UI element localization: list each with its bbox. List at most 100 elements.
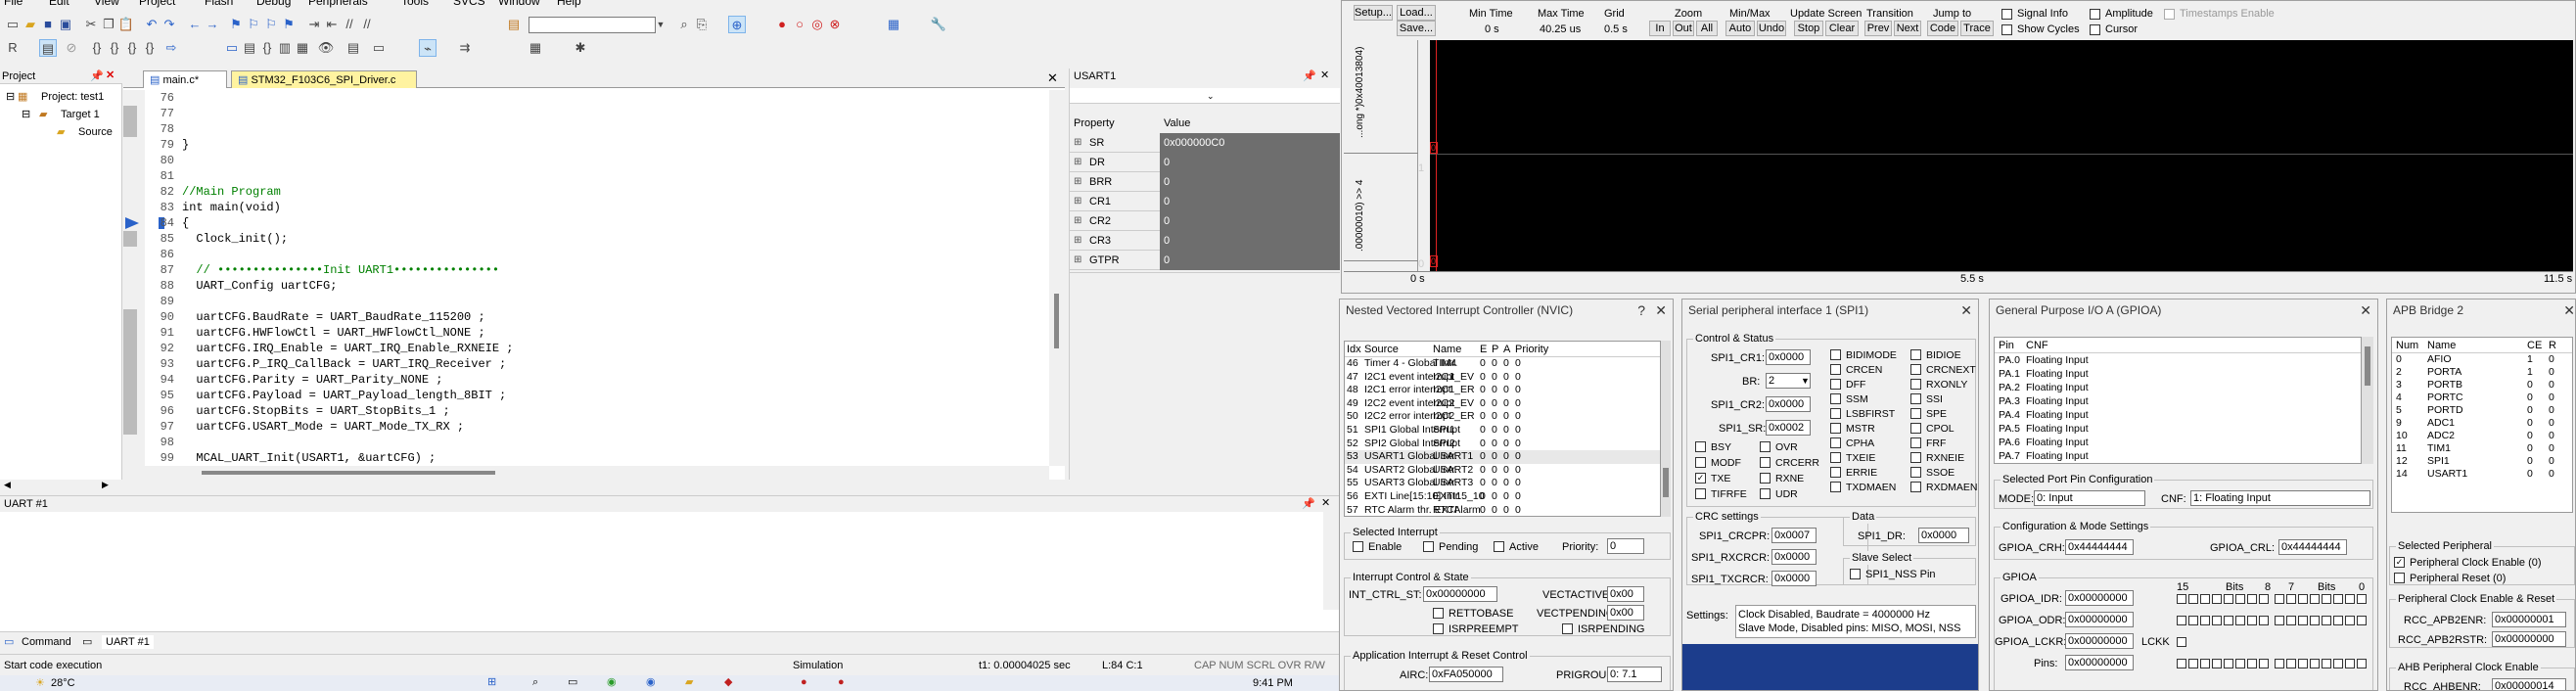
spi-flag-checkbox[interactable] bbox=[1695, 441, 1706, 452]
gpio-row[interactable]: PA.4 Floating Input bbox=[1995, 408, 2361, 422]
bookmark-next-icon[interactable]: ⚐ bbox=[262, 16, 280, 33]
app-icon[interactable]: ● bbox=[838, 675, 845, 689]
symbols-window-icon[interactable]: {} bbox=[258, 39, 276, 57]
scrollbar-thumb[interactable] bbox=[202, 471, 495, 475]
code-line[interactable]: 99 MCAL_UART_Init(USART1, &uartCFG) ; bbox=[123, 450, 1049, 466]
rxcrcr-input[interactable]: 0x0000 bbox=[1771, 549, 1817, 565]
incremental-find-icon[interactable]: ⎘ bbox=[693, 16, 711, 33]
menu-item[interactable]: View bbox=[94, 0, 119, 8]
spi-flag-checkbox[interactable] bbox=[1830, 379, 1841, 390]
watch-window-icon[interactable]: 👁 bbox=[317, 39, 335, 57]
keil-icon[interactable]: ◆ bbox=[724, 675, 732, 689]
gpio-bit-checkbox[interactable] bbox=[2345, 616, 2355, 625]
spi-flag-checkbox[interactable] bbox=[1760, 473, 1771, 484]
clear-button[interactable]: Clear bbox=[1825, 21, 1859, 36]
gpio-bit-checkbox[interactable] bbox=[2286, 616, 2296, 625]
gpio-bit-checkbox[interactable] bbox=[2275, 616, 2284, 625]
close-icon[interactable]: ✕ bbox=[1655, 299, 1667, 321]
spi-flag-checkbox[interactable] bbox=[1695, 488, 1706, 499]
usart-register-row[interactable]: ⊞ GTPR 0 bbox=[1070, 251, 1340, 270]
gpio-bit-checkbox[interactable] bbox=[2235, 616, 2245, 625]
run-to-cursor-icon[interactable]: {} bbox=[141, 39, 159, 57]
reset-checkbox[interactable] bbox=[2394, 573, 2405, 583]
comment-icon[interactable]: // bbox=[341, 16, 358, 33]
rettobase-checkbox[interactable] bbox=[1433, 608, 1444, 619]
spi-flag-checkbox[interactable] bbox=[1760, 488, 1771, 499]
idr-input[interactable]: 0x00000000 bbox=[2065, 590, 2134, 606]
expand-icon[interactable]: ⊞ bbox=[1074, 253, 1081, 267]
cnf-select[interactable]: 1: Floating Input bbox=[2190, 490, 2370, 506]
apb-row[interactable]: 4 PORTC 0 0 bbox=[2392, 392, 2572, 404]
code-line[interactable]: 98 bbox=[123, 435, 1049, 450]
nvic-row[interactable]: 50 I2C2 error interrupt I2C2_ER 0 0 0 0 bbox=[1345, 410, 1660, 424]
spi-flag-checkbox[interactable] bbox=[1830, 349, 1841, 360]
gpio-bit-checkbox[interactable] bbox=[2310, 616, 2320, 625]
signal-row[interactable]: .00000010) >> 4 bbox=[1344, 154, 1418, 261]
horizontal-scrollbar[interactable] bbox=[123, 466, 1049, 480]
tree-project-root[interactable]: Project: test1 bbox=[41, 90, 104, 104]
register-value-cell[interactable]: 0 bbox=[1160, 172, 1340, 192]
menu-item[interactable]: Tools bbox=[401, 0, 429, 8]
airc-input[interactable]: 0xFA050000 bbox=[1429, 667, 1503, 682]
pending-checkbox[interactable] bbox=[1423, 541, 1434, 552]
register-value-cell[interactable]: 0 bbox=[1160, 231, 1340, 251]
gpio-bit-checkbox[interactable] bbox=[2200, 616, 2210, 625]
ahbenr-input[interactable]: 0x00000014 bbox=[2492, 678, 2566, 690]
gpio-bit-checkbox[interactable] bbox=[2177, 616, 2186, 625]
spi-flag-checkbox[interactable] bbox=[1830, 423, 1841, 434]
menu-item[interactable]: Window bbox=[498, 0, 540, 8]
vecactive-input[interactable]: 0x00 bbox=[1607, 586, 1644, 602]
gpio-bit-checkbox[interactable] bbox=[2188, 616, 2198, 625]
bookmark-icon[interactable]: ⚑ bbox=[227, 16, 245, 33]
nvic-row[interactable]: 46 Timer 4 - Global Intr. TIM4 0 0 0 0 bbox=[1345, 357, 1660, 371]
gpio-bit-checkbox[interactable] bbox=[2212, 616, 2222, 625]
register-value-cell[interactable]: 0 bbox=[1160, 251, 1340, 270]
gpio-bit-checkbox[interactable] bbox=[2212, 594, 2222, 604]
register-value-cell[interactable]: 0 bbox=[1160, 211, 1340, 231]
vecpending-input[interactable]: 0x00 bbox=[1607, 605, 1644, 621]
gpio-bit-checkbox[interactable] bbox=[2224, 659, 2233, 668]
crh-input[interactable]: 0x44444444 bbox=[2065, 539, 2134, 555]
edge-icon[interactable]: ◉ bbox=[646, 675, 656, 689]
gpio-bit-checkbox[interactable] bbox=[2200, 594, 2210, 604]
save-icon[interactable]: ■ bbox=[39, 16, 57, 33]
code-line[interactable]: 83 int main(void) bbox=[123, 200, 1049, 215]
combo-dropdown-icon[interactable]: ▼ bbox=[652, 16, 669, 33]
code-line[interactable]: 94 uartCFG.Parity = UART_Parity_NONE ; bbox=[123, 372, 1049, 388]
gpio-bit-grid[interactable] bbox=[2177, 594, 2372, 672]
registers-window-icon[interactable]: ▥ bbox=[276, 39, 294, 57]
nvic-row[interactable]: 54 USART2 Global Intr. USART2 0 0 0 0 bbox=[1345, 464, 1660, 478]
spi-flag-checkbox[interactable] bbox=[1910, 467, 1921, 478]
gpio-bit-checkbox[interactable] bbox=[2310, 659, 2320, 668]
pins-input[interactable]: 0x00000000 bbox=[2065, 655, 2134, 670]
gpio-bit-checkbox[interactable] bbox=[2298, 659, 2308, 668]
code-line[interactable]: 89 bbox=[123, 294, 1049, 309]
gpio-bit-checkbox[interactable] bbox=[2235, 659, 2245, 668]
usart-register-row[interactable]: ⊞ BRR 0 bbox=[1070, 172, 1340, 192]
apb2enr-input[interactable]: 0x00000001 bbox=[2492, 612, 2566, 627]
code-line[interactable]: 81 bbox=[123, 168, 1049, 184]
menu-item[interactable]: Project bbox=[139, 0, 175, 8]
spi-flag-checkbox[interactable] bbox=[1830, 364, 1841, 375]
gpio-row[interactable]: PA.1 Floating Input bbox=[1995, 367, 2361, 381]
gpio-bit-checkbox[interactable] bbox=[2286, 659, 2296, 668]
code-line[interactable]: 77 bbox=[123, 106, 1049, 121]
gpio-bit-checkbox[interactable] bbox=[2357, 616, 2367, 625]
open-folder-icon[interactable]: ▰ bbox=[22, 16, 39, 33]
new-file-icon[interactable]: ▭ bbox=[4, 16, 22, 33]
taskview-icon[interactable]: ▭ bbox=[568, 675, 577, 689]
menu-item[interactable]: Edit bbox=[49, 0, 69, 8]
uncomment-icon[interactable]: // bbox=[358, 16, 376, 33]
active-checkbox[interactable] bbox=[1494, 541, 1504, 552]
signal-info-checkbox[interactable] bbox=[2001, 9, 2012, 20]
help-icon[interactable]: ? bbox=[1637, 299, 1645, 321]
breakpoint-disable-all-icon[interactable]: ◎ bbox=[808, 16, 826, 33]
nvic-scrollbar[interactable] bbox=[1661, 341, 1671, 517]
zoom-all-button[interactable]: All bbox=[1696, 21, 1718, 36]
close-icon[interactable]: ✕ bbox=[106, 69, 115, 82]
gpio-bit-checkbox[interactable] bbox=[2177, 594, 2186, 604]
gpio-bit-checkbox[interactable] bbox=[2333, 594, 2343, 604]
expand-icon[interactable]: ⊞ bbox=[1074, 175, 1081, 189]
spi-flag-checkbox[interactable] bbox=[1830, 482, 1841, 492]
spi-flag-checkbox[interactable] bbox=[1910, 349, 1921, 360]
